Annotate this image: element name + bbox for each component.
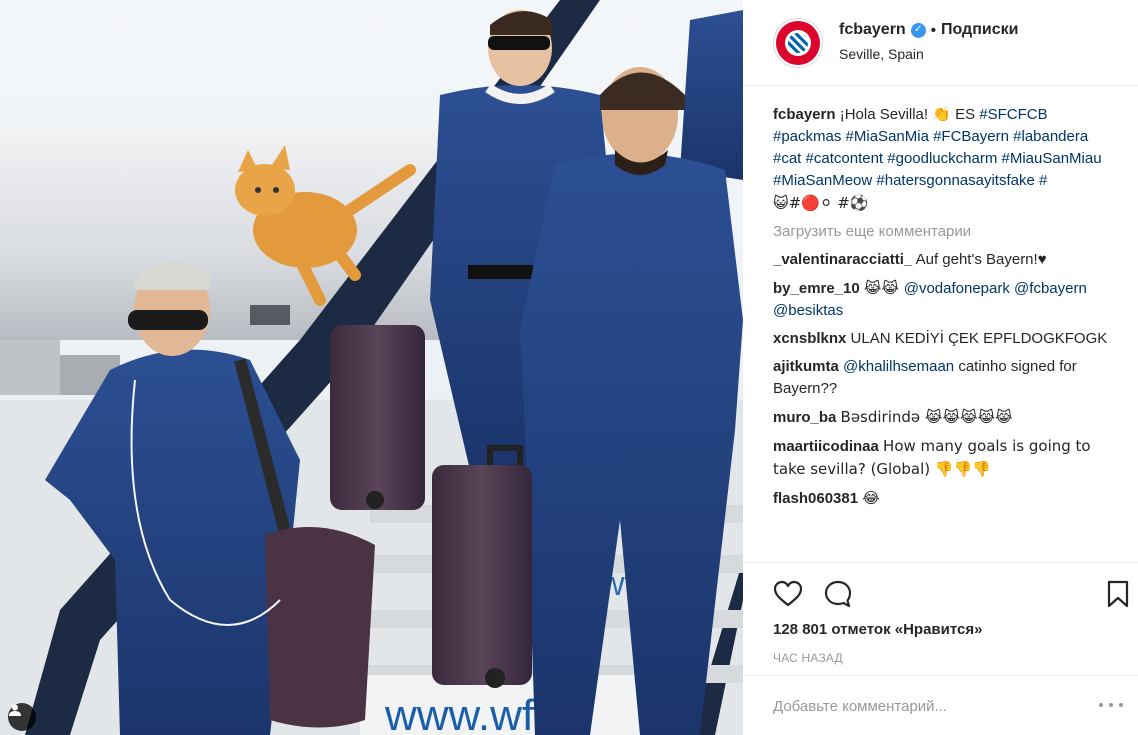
hashtag[interactable]: #goodluckcharm [887,150,997,167]
caption: fcbayern ¡Hola Sevilla! 👏 ES #SFCFCB #pa… [773,104,1113,215]
hashtag[interactable]: #catcontent [806,150,884,167]
comment-text: ULAN KEDİYİ ÇEK EPFLDOGKFOGK [850,330,1108,347]
mention-link[interactable]: @fcbayern [1014,280,1087,297]
comment-username[interactable]: flash060381 [773,490,858,507]
comment-text: 😂 [862,489,880,507]
comment-username[interactable]: maartiicodinaa [773,438,879,455]
hashtag[interactable]: #cat [773,150,801,167]
verified-badge-icon: ✓ [910,22,926,38]
add-comment-bar [743,675,1138,735]
fcbayern-logo [776,21,820,65]
mention-link[interactable]: @besiktas [773,302,843,319]
action-bar [743,562,1138,620]
hashtag[interactable]: #labandera [1013,128,1088,145]
add-comment-input[interactable] [773,698,1073,715]
comment-text: Bəsdirində 😹😹😹😹😹 [840,408,1013,426]
photo-illustration: www.wfs wfs ro [0,0,743,735]
following-button[interactable]: Подписки [941,21,1018,39]
likes-count[interactable]: 128 801 отметок «Нравится» [773,621,982,638]
comment: ajitkumta @khalilhsemaan catinho signed … [773,356,1113,400]
comment-text: Auf geht's Bayern!♥ [915,251,1047,268]
comment-text: 😹😹 [863,279,904,297]
user-tag-icon [9,704,21,716]
hashtag[interactable]: #packmas [773,128,841,145]
post-timestamp[interactable]: ЧАС НАЗАД [773,651,843,665]
comment: flash060381 😂 [773,487,1113,510]
caption-text: ¡Hola Sevilla! 👏 ES [839,106,976,123]
comment: _valentinaracciatti_ Auf geht's Bayern!♥ [773,249,1113,271]
comment-username[interactable]: _valentinaracciatti_ [773,251,912,268]
header-username[interactable]: fcbayern [839,21,906,39]
mention-link[interactable]: @khalilhsemaan [843,358,954,375]
more-options-icon[interactable] [1099,695,1123,715]
hashtag[interactable]: #FCBayern [933,128,1009,145]
hashtag[interactable]: #hatersgonnasayitsfake [876,172,1034,189]
caption-username[interactable]: fcbayern [773,106,836,123]
comment-username[interactable]: by_emre_10 [773,280,860,297]
user-tags-button[interactable] [8,703,36,731]
hashtag[interactable]: # [1039,172,1047,189]
comment-username[interactable]: ajitkumta [773,358,839,375]
wfs-sign-bottom: www.wfs [384,691,556,735]
comment: maartiicodinaa How many goals is going t… [773,435,1113,481]
comment: by_emre_10 😹😹 @vodafonepark @fcbayern @b… [773,277,1113,322]
comment: muro_ba Bəsdirində 😹😹😹😹😹 [773,406,1113,429]
comments-list: fcbayern ¡Hola Sevilla! 👏 ES #SFCFCB #pa… [773,104,1113,562]
hashtag[interactable]: #SFCFCB [979,106,1047,123]
comment-username[interactable]: muro_ba [773,409,836,426]
load-more-comments-button[interactable]: Загрузить еще комментарии [773,221,1113,243]
hashtag[interactable]: #MiaSanMeow [773,172,872,189]
post-location[interactable]: Seville, Spain [839,46,924,62]
mention-link[interactable]: @vodafonepark [904,280,1010,297]
header-separator: • [930,21,936,39]
post-header: fcbayern ✓ • Подписки Seville, Spain [743,0,1138,86]
post-side-panel: fcbayern ✓ • Подписки Seville, Spain fcb… [743,0,1138,735]
caption-emoji-line: 😺#🔴⚪ #⚽ [773,194,869,212]
bookmark-icon[interactable] [1103,579,1133,609]
avatar[interactable] [773,18,823,68]
comment-bubble-icon[interactable] [823,579,853,609]
post-photo[interactable]: www.wfs wfs ro [0,0,743,735]
comment: xcnsblknx ULAN KEDİYİ ÇEK EPFLDOGKFOGK [773,328,1113,350]
comment-username[interactable]: xcnsblknx [773,330,846,347]
hashtag[interactable]: #MiauSanMiau [1002,150,1102,167]
hashtag[interactable]: #MiaSanMia [846,128,929,145]
heart-icon[interactable] [773,579,803,609]
